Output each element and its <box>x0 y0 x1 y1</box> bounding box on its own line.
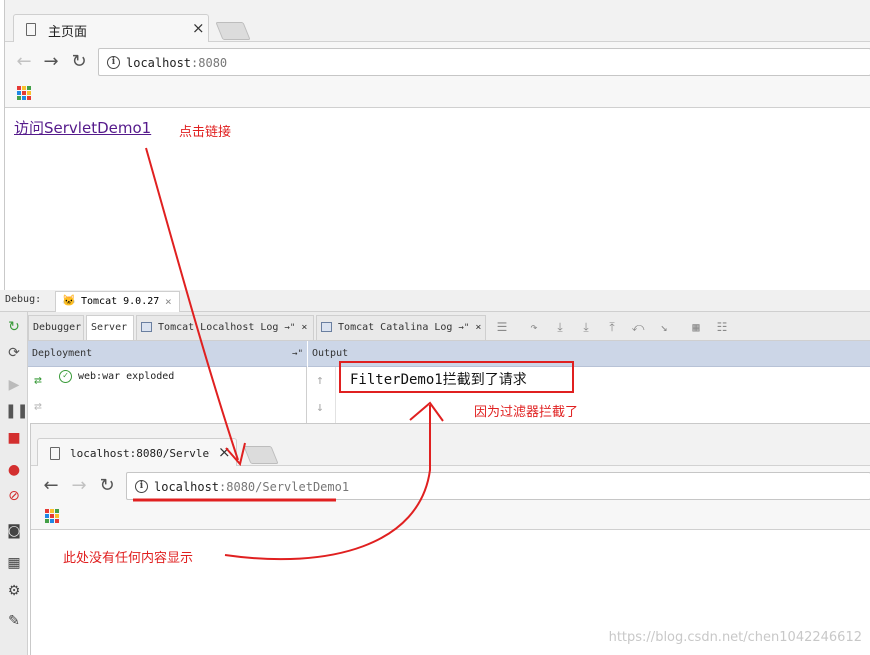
deployment-pane: ⇄ ⇄ ✓ web:war exploded <box>28 367 307 427</box>
resume-icon[interactable]: ▶ <box>5 376 23 394</box>
top-browser-window: 主页面 × ← → ↻ i localhost:8080 访问ServletDe… <box>4 0 870 290</box>
url-host: localhost <box>126 56 192 70</box>
reload-icon[interactable]: ↻ <box>68 51 90 73</box>
debug-label: Debug: <box>5 294 42 305</box>
back-arrow-icon[interactable]: ← <box>40 475 62 497</box>
url-path: :8080/ServletDemo1 <box>219 480 350 494</box>
camera-icon[interactable]: ◙ <box>5 522 23 540</box>
tomcat-run-config-tab[interactable]: 🐱 Tomcat 9.0.27 × <box>55 291 180 312</box>
info-icon[interactable]: i <box>107 56 120 69</box>
tab-server[interactable]: Server <box>86 315 134 340</box>
layout-icon[interactable]: ▦ <box>5 554 23 572</box>
tab-servlet-demo[interactable]: localhost:8080/Servlet × <box>37 438 237 468</box>
page-icon <box>50 447 60 460</box>
pin-tab-icon[interactable]: →" <box>458 323 469 333</box>
output-gutter: ↑ ↓ <box>308 367 336 427</box>
settings-gear-icon[interactable]: ⚙ <box>5 582 23 600</box>
tab-server-label: Server <box>91 322 128 333</box>
back-arrow-icon[interactable]: ← <box>13 51 35 73</box>
pin-tab-icon[interactable]: →" <box>284 323 295 333</box>
annotation-filter-intercepted: 因为过滤器拦截了 <box>474 405 579 420</box>
reload-icon[interactable]: ↻ <box>96 475 118 497</box>
tomcat-tab-close-icon[interactable]: × <box>165 295 172 308</box>
annotation-no-content: 此处没有任何内容显示 <box>63 551 194 566</box>
close-tab-icon[interactable]: × <box>475 322 481 333</box>
url-host: localhost <box>154 480 220 494</box>
tab-catalina-log[interactable]: Tomcat Catalina Log →" × <box>316 315 486 340</box>
output-pane: ↑ ↓ FilterDemo1拦截到了请求 <box>308 367 870 427</box>
tab-localhost-log[interactable]: Tomcat Localhost Log →" × <box>136 315 314 340</box>
undeploy-icon[interactable]: ⇄ <box>34 399 42 414</box>
run-to-cursor-icon[interactable]: ↘ <box>655 318 673 336</box>
url-text: localhost:8080 <box>126 56 227 70</box>
rerun-icon[interactable]: ↻ <box>5 318 23 336</box>
apps-grid-icon[interactable] <box>17 86 31 100</box>
url-port: :8080 <box>191 56 228 70</box>
force-step-into-icon[interactable]: ⤓ <box>577 318 595 336</box>
drop-frame-icon[interactable]: ⤺ <box>629 318 647 336</box>
menu-lines-icon[interactable]: ☰ <box>493 318 511 336</box>
view-breakpoints-icon[interactable]: ● <box>5 461 23 479</box>
output-log-line: FilterDemo1拦截到了请求 <box>350 372 527 388</box>
tab-close-icon[interactable]: × <box>218 443 231 461</box>
check-circle-icon: ✓ <box>59 370 72 383</box>
scroll-up-arrow-icon[interactable]: ↑ <box>316 373 324 388</box>
pin-icon[interactable]: ✎ <box>5 612 23 630</box>
tab-localhost-log-label: Tomcat Localhost Log <box>158 322 279 333</box>
address-bar[interactable]: i localhost:8080/ServletDemo1 <box>126 472 870 500</box>
tab-close-icon[interactable]: × <box>192 19 205 37</box>
pin-pane-icon[interactable]: →" <box>292 341 303 367</box>
tomcat-tab-label: Tomcat 9.0.27 <box>81 296 160 307</box>
result-browser-window: localhost:8080/Servlet × ← → ↻ i localho… <box>30 423 870 655</box>
browser-toolbar: ← → ↻ i localhost:8080 <box>5 42 870 108</box>
deployment-header-label: Deployment <box>32 348 93 359</box>
servlet-demo-link[interactable]: 访问ServletDemo1 <box>14 117 151 138</box>
new-tab-button[interactable] <box>215 22 251 40</box>
new-tab-button[interactable] <box>243 446 279 464</box>
tab-strip: localhost:8080/Servlet × <box>31 424 870 468</box>
update-icon[interactable]: ⟳ <box>5 344 23 362</box>
trace-icon[interactable]: ☷ <box>713 318 731 336</box>
step-over-icon[interactable]: ↷ <box>525 318 543 336</box>
info-icon[interactable]: i <box>135 480 148 493</box>
debug-sidebar: ↻ ⟳ ▶ ❚❚ ■ ● ⊘ ◙ ▦ ⚙ ✎ <box>0 312 28 655</box>
output-pane-header: Output <box>308 341 870 367</box>
browser-toolbar: ← → ↻ i localhost:8080/ServletDemo1 <box>31 466 870 530</box>
tab-strip: 主页面 × <box>5 0 870 44</box>
tab-home[interactable]: 主页面 × <box>13 14 209 44</box>
tab-title: 主页面 <box>48 25 88 40</box>
deployment-pane-header: Deployment →" <box>28 341 307 367</box>
step-into-icon[interactable]: ⤓ <box>551 318 569 336</box>
ide-tab-bar: Debugger Server Tomcat Localhost Log →" … <box>28 312 870 341</box>
annotation-click-link: 点击链接 <box>179 125 232 140</box>
address-bar[interactable]: i localhost:8080 <box>98 48 870 76</box>
forward-arrow-icon[interactable]: → <box>40 51 62 73</box>
scroll-down-arrow-icon[interactable]: ↓ <box>316 400 324 415</box>
step-out-icon[interactable]: ⤒ <box>603 318 621 336</box>
deploy-icon[interactable]: ⇄ <box>34 373 42 388</box>
pause-icon[interactable]: ❚❚ <box>5 402 28 420</box>
log-icon <box>321 322 332 332</box>
tab-debugger[interactable]: Debugger <box>28 315 84 340</box>
log-icon <box>141 322 152 332</box>
artifact-label[interactable]: web:war exploded <box>78 371 174 382</box>
url-text: localhost:8080/ServletDemo1 <box>154 480 349 494</box>
evaluate-icon[interactable]: ▦ <box>687 318 705 336</box>
stop-icon[interactable]: ■ <box>5 429 23 447</box>
apps-grid-icon[interactable] <box>45 509 59 523</box>
mute-breakpoints-icon[interactable]: ⊘ <box>5 487 23 505</box>
output-header-label: Output <box>312 348 349 359</box>
close-tab-icon[interactable]: × <box>301 322 307 333</box>
tab-catalina-log-label: Tomcat Catalina Log <box>338 322 453 333</box>
page-icon <box>26 23 36 36</box>
tab-title: localhost:8080/Servlet <box>70 447 210 460</box>
forward-arrow-icon[interactable]: → <box>68 475 90 497</box>
tomcat-icon: 🐱 <box>62 294 76 307</box>
tab-debugger-label: Debugger <box>33 322 82 333</box>
watermark: https://blog.csdn.net/chen1042246612 <box>608 630 862 645</box>
